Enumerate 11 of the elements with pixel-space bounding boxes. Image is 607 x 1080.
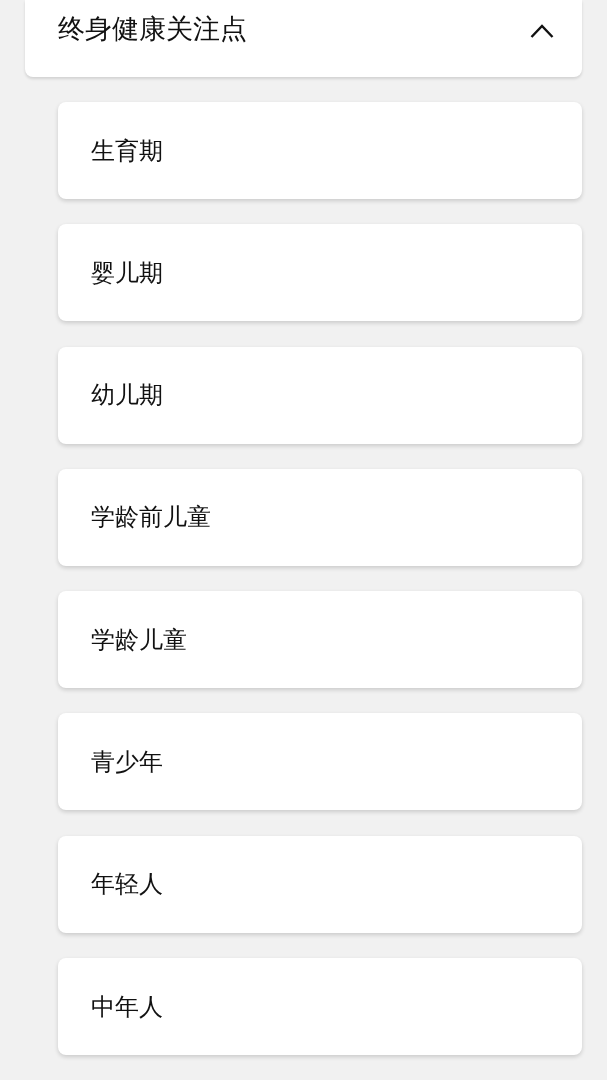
stage-item[interactable]: 学龄前儿童 (58, 468, 582, 566)
stage-item[interactable]: 婴儿期 (58, 224, 582, 322)
stage-item[interactable]: 中年人 (58, 958, 582, 1056)
stage-item[interactable]: 青少年 (58, 713, 582, 811)
chevron-up-icon (530, 24, 554, 38)
stage-item[interactable]: 生育期 (58, 102, 582, 199)
section-header[interactable]: 终身健康关注点 (25, 0, 582, 77)
section-title: 终身健康关注点 (58, 12, 247, 46)
stage-item[interactable]: 学龄儿童 (58, 591, 582, 689)
stage-item[interactable]: 幼儿期 (58, 346, 582, 444)
stage-item[interactable]: 年轻人 (58, 835, 582, 933)
